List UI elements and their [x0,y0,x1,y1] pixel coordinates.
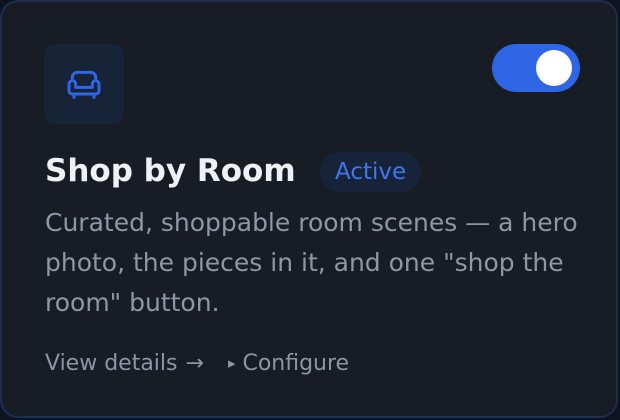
configure-toggle[interactable]: ▸ Configure [228,351,349,376]
status-badge: Active [320,152,422,192]
card-description: Curated, shoppable room scenes — a hero … [45,208,578,317]
feature-toggle[interactable] [492,44,580,92]
feature-card: Shop by Room Active Curated, shoppable r… [0,0,618,418]
view-details-link[interactable]: View details → [45,351,204,376]
view-details-label: View details [45,350,178,376]
sofa-icon [67,70,101,99]
toggle-knob [536,50,572,86]
arrow-right-icon: → [185,350,204,376]
card-actions: View details → ▸ Configure [45,345,349,381]
feature-icon-tile [44,44,124,124]
card-title: Shop by Room [45,153,296,189]
caret-right-icon: ▸ [227,354,236,372]
configure-label: Configure [242,350,350,376]
